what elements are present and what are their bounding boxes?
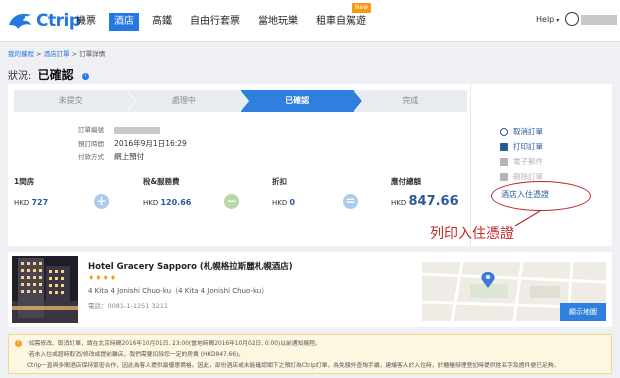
step-arrow	[353, 90, 362, 112]
step-arrow	[239, 90, 248, 112]
notice-line: Ctrip一直與多間酒店保持緊密合作，因此為客人提供最優惠價格。因此，部份酒店或…	[27, 363, 560, 369]
hotel-rating-diamonds: ♦♦♦♦	[88, 274, 118, 282]
notice-line: ·若未入住或超時取消/修改或提前離店，我們需要扣除您一定的房費 (HKD847.…	[27, 352, 244, 358]
booking-notice: ! ·如需修改、取消訂單，請在北京時間2016年10月01日, 23:00(當地…	[8, 334, 612, 374]
hotel-phone: 電話：0081-1-1251 3211	[88, 300, 168, 310]
hotel-building-image	[12, 256, 78, 323]
warning-icon: !	[15, 340, 22, 347]
hotel-name[interactable]: Hotel Gracery Sapporo (札幌格拉斯麗札幌酒店)	[88, 260, 293, 272]
phone-value: 0081-1-1251 3211	[107, 302, 169, 310]
step-arrow	[126, 90, 135, 112]
hotel-map-thumbnail[interactable]: 顯示地圖	[422, 262, 606, 321]
annotation-text: 列印入住憑證	[430, 226, 514, 242]
phone-label: 電話：	[88, 302, 108, 310]
notice-line: ·如需修改、取消訂單，請在北京時間2016年10月01日, 23:00(當地時間…	[27, 341, 321, 347]
hotel-photo[interactable]	[12, 256, 78, 323]
hotel-address: 4 Kita 4 Jonishi Chuo-ku（4 Kita 4 Jonish…	[88, 287, 269, 295]
show-map-button[interactable]: 顯示地圖	[560, 303, 606, 321]
hotel-card: Hotel Gracery Sapporo (札幌格拉斯麗札幌酒店) ♦♦♦♦ …	[8, 252, 612, 327]
